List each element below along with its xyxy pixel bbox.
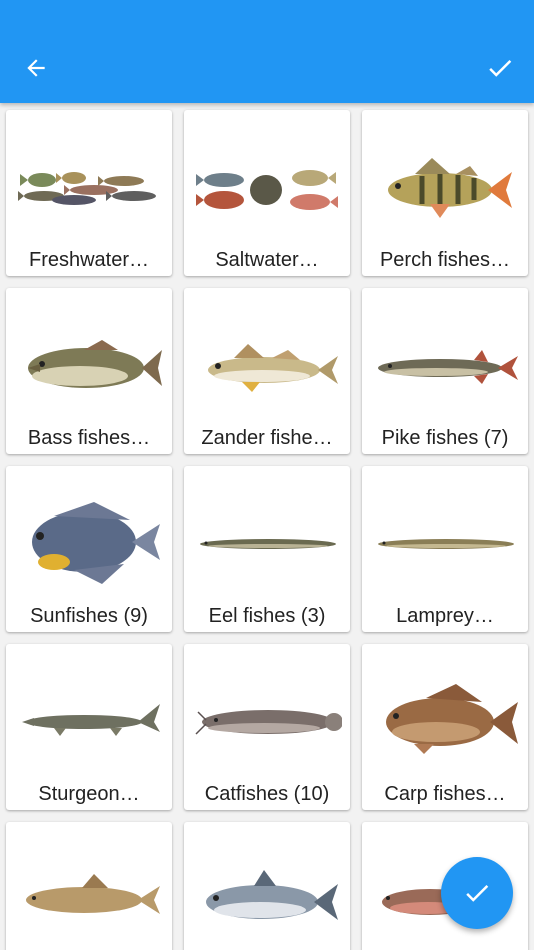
perch-image — [388, 158, 512, 218]
sunfish-image — [32, 502, 160, 584]
whitefish-image — [206, 870, 338, 920]
category-grid: Freshwater… Saltwater… Perch fishes… Bas… — [0, 103, 534, 950]
catfish-image — [195, 710, 342, 735]
carp-image — [386, 684, 518, 754]
category-label: Sturgeon… — [38, 783, 140, 805]
category-label: Eel fishes (3) — [208, 605, 326, 627]
back-button[interactable] — [14, 46, 58, 90]
category-card-zander[interactable]: Zander fishe… — [184, 288, 350, 454]
barbel-image — [26, 874, 160, 914]
category-card-carp[interactable]: Carp fishes… — [362, 644, 528, 810]
freshwater-fishes-image — [18, 172, 156, 205]
category-card-saltwater[interactable]: Saltwater… — [184, 110, 350, 276]
category-card-perch[interactable]: Perch fishes… — [362, 110, 528, 276]
lamprey-image — [378, 539, 514, 549]
bass-image — [28, 340, 162, 388]
category-label: Lamprey… — [396, 605, 494, 627]
category-label: Catfishes (10) — [204, 783, 330, 805]
check-icon — [489, 59, 512, 77]
category-card-barbel[interactable] — [6, 822, 172, 950]
category-label: Bass fishes… — [27, 427, 151, 449]
arrow-left-icon — [27, 59, 45, 77]
category-card-eel[interactable]: Eel fishes (3) — [184, 466, 350, 632]
confirm-fab[interactable] — [441, 857, 513, 929]
pike-image — [378, 350, 518, 384]
category-label: Saltwater… — [215, 249, 319, 271]
app-bar — [0, 0, 534, 103]
category-label: Freshwater… — [28, 249, 150, 271]
category-card-whitefish[interactable] — [184, 822, 350, 950]
category-label: Zander fishe… — [201, 427, 333, 449]
category-label: Carp fishes… — [384, 783, 506, 805]
category-card-bass[interactable]: Bass fishes… — [6, 288, 172, 454]
eel-image — [200, 539, 336, 549]
zander-image — [208, 344, 338, 392]
category-label: Pike fishes (7) — [381, 427, 509, 449]
category-card-sunfish[interactable]: Sunfishes (9) — [6, 466, 172, 632]
check-icon — [466, 884, 489, 902]
sturgeon-image — [22, 704, 160, 736]
category-card-sturgeon[interactable]: Sturgeon… — [6, 644, 172, 810]
category-label: Sunfishes (9) — [30, 605, 148, 627]
category-label: Perch fishes… — [379, 249, 511, 271]
saltwater-fishes-image — [196, 170, 338, 210]
category-card-pike[interactable]: Pike fishes (7) — [362, 288, 528, 454]
category-card-freshwater[interactable]: Freshwater… — [6, 110, 172, 276]
confirm-button[interactable] — [478, 46, 522, 90]
category-card-catfish[interactable]: Catfishes (10) — [184, 644, 350, 810]
category-card-lamprey[interactable]: Lamprey… — [362, 466, 528, 632]
